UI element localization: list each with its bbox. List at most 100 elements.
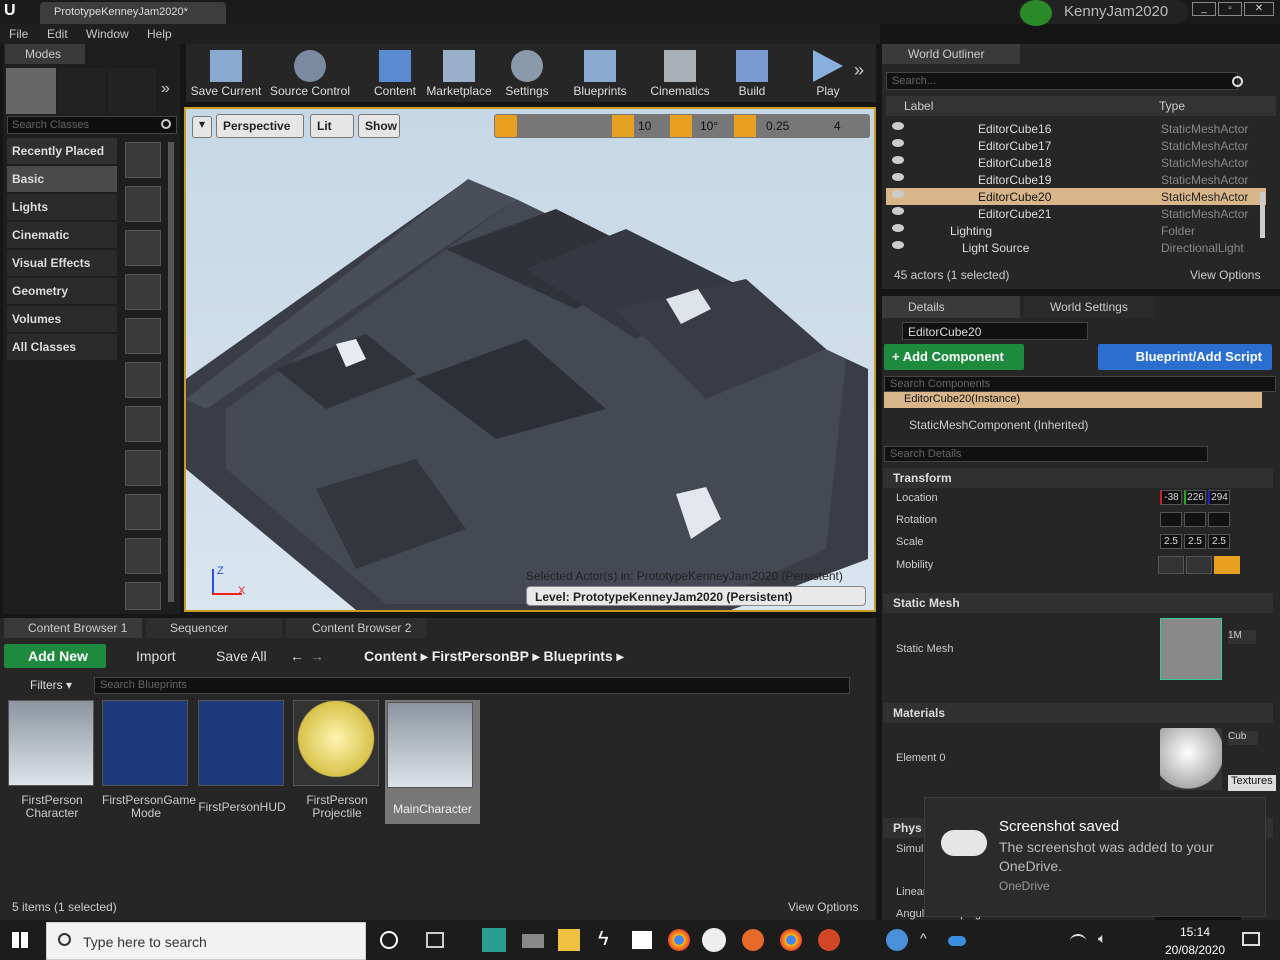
column-label[interactable]: Label	[904, 99, 933, 113]
category-lights[interactable]: Lights	[7, 194, 117, 220]
import-button[interactable]: Import	[118, 648, 176, 664]
outliner-search-input[interactable]: Search...	[886, 72, 1238, 90]
scale-snap-value[interactable]: 0.25	[766, 119, 789, 133]
level-viewport[interactable]: ▾ Perspective Lit Show 10 10° 0.25 4 Z X…	[184, 107, 876, 612]
app-3d-icon[interactable]	[482, 928, 506, 952]
scale-label[interactable]: Scale	[896, 536, 924, 548]
visibility-eye-icon[interactable]	[892, 190, 904, 198]
windows-start-button[interactable]	[12, 932, 28, 948]
visibility-eye-icon[interactable]	[892, 156, 904, 164]
static-mesh-thumbnail[interactable]	[1160, 618, 1222, 680]
asset-firstperson-hud[interactable]: FirstPersonHUD	[198, 700, 286, 824]
tray-chevron-icon[interactable]: ^	[920, 930, 927, 946]
clock-date[interactable]: 20/08/2020	[1165, 943, 1225, 957]
menu-window[interactable]: Window	[86, 27, 129, 41]
add-component-button[interactable]: + Add Component	[884, 344, 1024, 370]
place-mode-button[interactable]	[6, 68, 56, 114]
outliner-row[interactable]: EditorCube17 StaticMeshActor	[886, 137, 1266, 154]
chrome-icon[interactable]	[780, 929, 802, 951]
filters-button[interactable]: Filters ▾	[30, 678, 72, 692]
point-light-icon[interactable]	[125, 274, 161, 310]
location-x-field[interactable]: -38	[1160, 490, 1182, 505]
app-icon[interactable]	[522, 934, 544, 948]
visibility-eye-icon[interactable]	[892, 224, 904, 232]
rotation-z-field[interactable]	[1208, 512, 1230, 527]
visibility-eye-icon[interactable]	[892, 241, 904, 249]
marketplace-button[interactable]: Marketplace	[426, 44, 492, 100]
grid-snap-button[interactable]	[612, 115, 634, 137]
outliner-folder-row[interactable]: Lighting Folder	[886, 222, 1266, 239]
settings-button[interactable]: Settings	[504, 44, 550, 100]
player-start-icon[interactable]	[125, 318, 161, 354]
menu-file[interactable]: File	[9, 27, 28, 41]
column-type[interactable]: Type	[1159, 99, 1185, 113]
back-button[interactable]: ←	[290, 648, 304, 664]
location-label[interactable]: Location	[896, 492, 938, 504]
landscape-mode-button[interactable]	[108, 68, 156, 114]
sphere-actor-icon[interactable]	[125, 142, 161, 178]
viewport-options-button[interactable]: ▾	[192, 116, 212, 138]
lit-button[interactable]: Lit	[310, 114, 354, 138]
pawn-actor-icon[interactable]	[125, 230, 161, 266]
unreal-logo-icon[interactable]: U	[4, 2, 24, 22]
modes-tab[interactable]: Modes	[5, 44, 85, 64]
play-button[interactable]: Play	[808, 44, 848, 100]
close-button[interactable]: ✕	[1244, 2, 1274, 16]
scale-z-field[interactable]: 2.5	[1208, 534, 1230, 549]
breadcrumb-firstpersonbp[interactable]: FirstPersonBP	[432, 648, 529, 664]
category-visual-effects[interactable]: Visual Effects	[7, 250, 117, 276]
onedrive-tray-icon[interactable]	[948, 936, 966, 946]
rotation-snap-button[interactable]	[670, 115, 692, 137]
mobility-static-button[interactable]	[1158, 556, 1184, 574]
visibility-eye-icon[interactable]	[892, 122, 904, 130]
cone-shape-icon[interactable]	[125, 494, 161, 530]
outliner-row[interactable]: EditorCube18 StaticMeshActor	[886, 154, 1266, 171]
content-browser-1-tab[interactable]: Content Browser 1	[4, 618, 142, 638]
save-all-button[interactable]: Save All	[198, 648, 267, 664]
search-details-input[interactable]: Search Details	[884, 446, 1208, 462]
sphere-shape-icon[interactable]	[125, 406, 161, 442]
dropbox-icon[interactable]	[632, 931, 652, 949]
perspective-button[interactable]: Perspective	[216, 114, 304, 138]
breadcrumb-blueprints[interactable]: Blueprints	[544, 648, 613, 664]
mobility-movable-button[interactable]	[1214, 556, 1240, 574]
outliner-row[interactable]: EditorCube21 StaticMeshActor	[886, 205, 1266, 222]
menu-edit[interactable]: Edit	[47, 27, 68, 41]
maximize-button[interactable]: ▫	[1218, 2, 1242, 16]
cube-actor-icon[interactable]	[125, 362, 161, 398]
outliner-row[interactable]: Light Source DirectionalLight	[886, 239, 1266, 256]
chrome-icon[interactable]	[668, 929, 690, 951]
rotation-snap-value[interactable]: 10°	[700, 119, 718, 133]
visibility-eye-icon[interactable]	[892, 173, 904, 181]
location-z-field[interactable]: 294	[1208, 490, 1230, 505]
character-actor-icon[interactable]	[125, 186, 161, 222]
component-instance-row[interactable]: EditorCube20(Instance)	[884, 392, 1262, 408]
more-modes-icon[interactable]: »	[161, 80, 170, 98]
scale-x-field[interactable]: 2.5	[1160, 534, 1182, 549]
minimize-button[interactable]: _	[1192, 2, 1216, 16]
sequencer-tab[interactable]: Sequencer	[146, 618, 282, 638]
help-icon[interactable]	[886, 929, 908, 951]
details-tab[interactable]: Details	[882, 296, 1020, 318]
world-settings-tab[interactable]: World Settings	[1024, 296, 1154, 318]
plane-shape-icon[interactable]	[125, 538, 161, 574]
powerpoint-icon[interactable]	[818, 929, 840, 951]
outliner-view-options[interactable]: View Options	[1190, 268, 1260, 282]
document-tab[interactable]: PrototypeKenneyJam2020*	[40, 2, 226, 24]
transform-section[interactable]: Transform	[883, 468, 1273, 488]
material-thumbnail[interactable]	[1160, 728, 1222, 790]
add-new-button[interactable]: Add New	[4, 644, 106, 668]
asset-maincharacter-selected[interactable]: MainCharacter	[385, 700, 480, 824]
show-button[interactable]: Show	[358, 114, 400, 138]
source-control-button[interactable]: Source Control	[268, 44, 352, 100]
breadcrumb-content[interactable]: Content	[364, 648, 417, 664]
content-button[interactable]: Content	[370, 44, 420, 100]
static-mesh-component-row[interactable]: StaticMeshComponent (Inherited)	[884, 416, 1262, 434]
network-icon[interactable]	[1070, 934, 1086, 948]
category-geometry[interactable]: Geometry	[7, 278, 117, 304]
clock-time[interactable]: 15:14	[1180, 925, 1210, 939]
category-recently-placed[interactable]: Recently Placed	[7, 138, 117, 164]
search-classes-input[interactable]: Search Classes	[7, 116, 177, 134]
scale-y-field[interactable]: 2.5	[1184, 534, 1206, 549]
cinematics-button[interactable]: Cinematics	[648, 44, 712, 100]
